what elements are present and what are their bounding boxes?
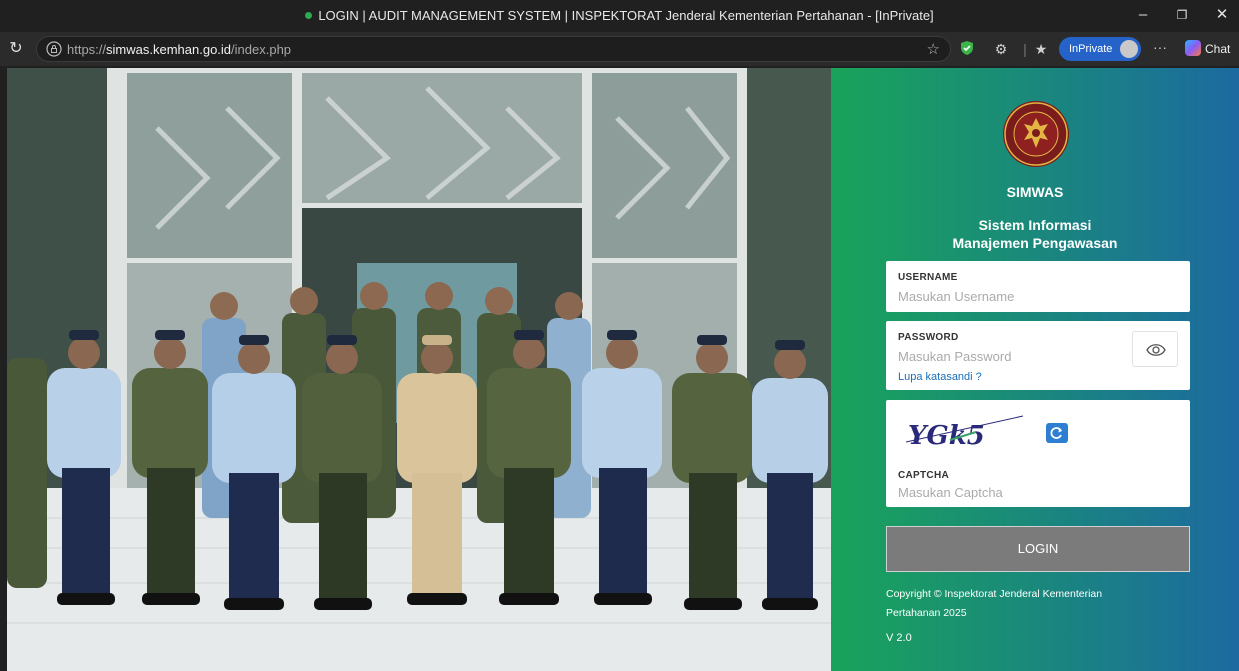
eye-icon	[1146, 344, 1166, 356]
favorite-star-icon[interactable]: ☆	[927, 40, 940, 58]
inprivate-badge[interactable]: InPrivate	[1059, 37, 1141, 61]
username-input[interactable]	[898, 287, 1118, 305]
close-icon[interactable]: ✕	[1210, 4, 1234, 26]
app-subtitle: Sistem Informasi Manajemen Pengawasan	[952, 217, 1118, 251]
password-input[interactable]	[898, 347, 1118, 365]
address-bar[interactable]: https://simwas.kemhan.go.id/index.php ☆	[36, 36, 951, 62]
reload-icon[interactable]: ↻	[6, 39, 26, 59]
login-panel: SIMWAS Sistem Informasi Manajemen Pengaw…	[831, 68, 1239, 671]
svg-text:YGk5: YGk5	[908, 421, 985, 451]
window-title: LOGIN | AUDIT MANAGEMENT SYSTEM | INSPEK…	[0, 8, 1239, 23]
captcha-input[interactable]	[898, 483, 1118, 501]
profile-avatar-icon	[1120, 40, 1138, 58]
copilot-icon	[1185, 40, 1201, 56]
restore-icon[interactable]: ❐	[1170, 4, 1194, 26]
browser-toolbar: ↻ https://simwas.kemhan.go.id/index.php …	[0, 32, 1239, 66]
password-card: PASSWORD Lupa katasandi ?	[886, 321, 1190, 390]
kemhan-emblem-logo	[1003, 101, 1069, 167]
forgot-password-link[interactable]: Lupa katasandi ?	[898, 371, 982, 383]
login-button[interactable]: LOGIN	[886, 526, 1190, 572]
version-text: V 2.0	[886, 632, 912, 644]
captcha-label: CAPTCHA	[898, 470, 949, 481]
more-menu-icon[interactable]: ···	[1151, 38, 1169, 56]
shield-icon[interactable]	[958, 40, 976, 58]
url-text: https://simwas.kemhan.go.id/index.php	[67, 42, 292, 57]
copyright-text: Copyright © Inspektorat Jenderal Kemente…	[886, 588, 1103, 619]
site-favicon-icon	[305, 12, 313, 19]
background-photo	[7, 68, 831, 671]
extensions-icon[interactable]: ⚙	[992, 40, 1010, 58]
refresh-captcha-button[interactable]	[1046, 423, 1068, 443]
favorites-icon[interactable]: ★	[1032, 40, 1050, 58]
copilot-chat-button[interactable]: Chat	[1185, 40, 1230, 56]
browser-title-bar: LOGIN | AUDIT MANAGEMENT SYSTEM | INSPEK…	[0, 0, 1239, 32]
captcha-image: YGk5	[905, 415, 1024, 451]
show-password-button[interactable]	[1132, 331, 1178, 367]
lock-icon[interactable]	[46, 41, 62, 57]
username-card: USERNAME	[886, 261, 1190, 312]
refresh-icon	[1050, 427, 1062, 439]
captcha-card: YGk5 CAPTCHA	[886, 400, 1190, 507]
password-label: PASSWORD	[898, 332, 959, 343]
app-name: SIMWAS	[1006, 184, 1064, 200]
username-label: USERNAME	[898, 272, 958, 283]
minimize-icon[interactable]: –	[1131, 4, 1155, 26]
